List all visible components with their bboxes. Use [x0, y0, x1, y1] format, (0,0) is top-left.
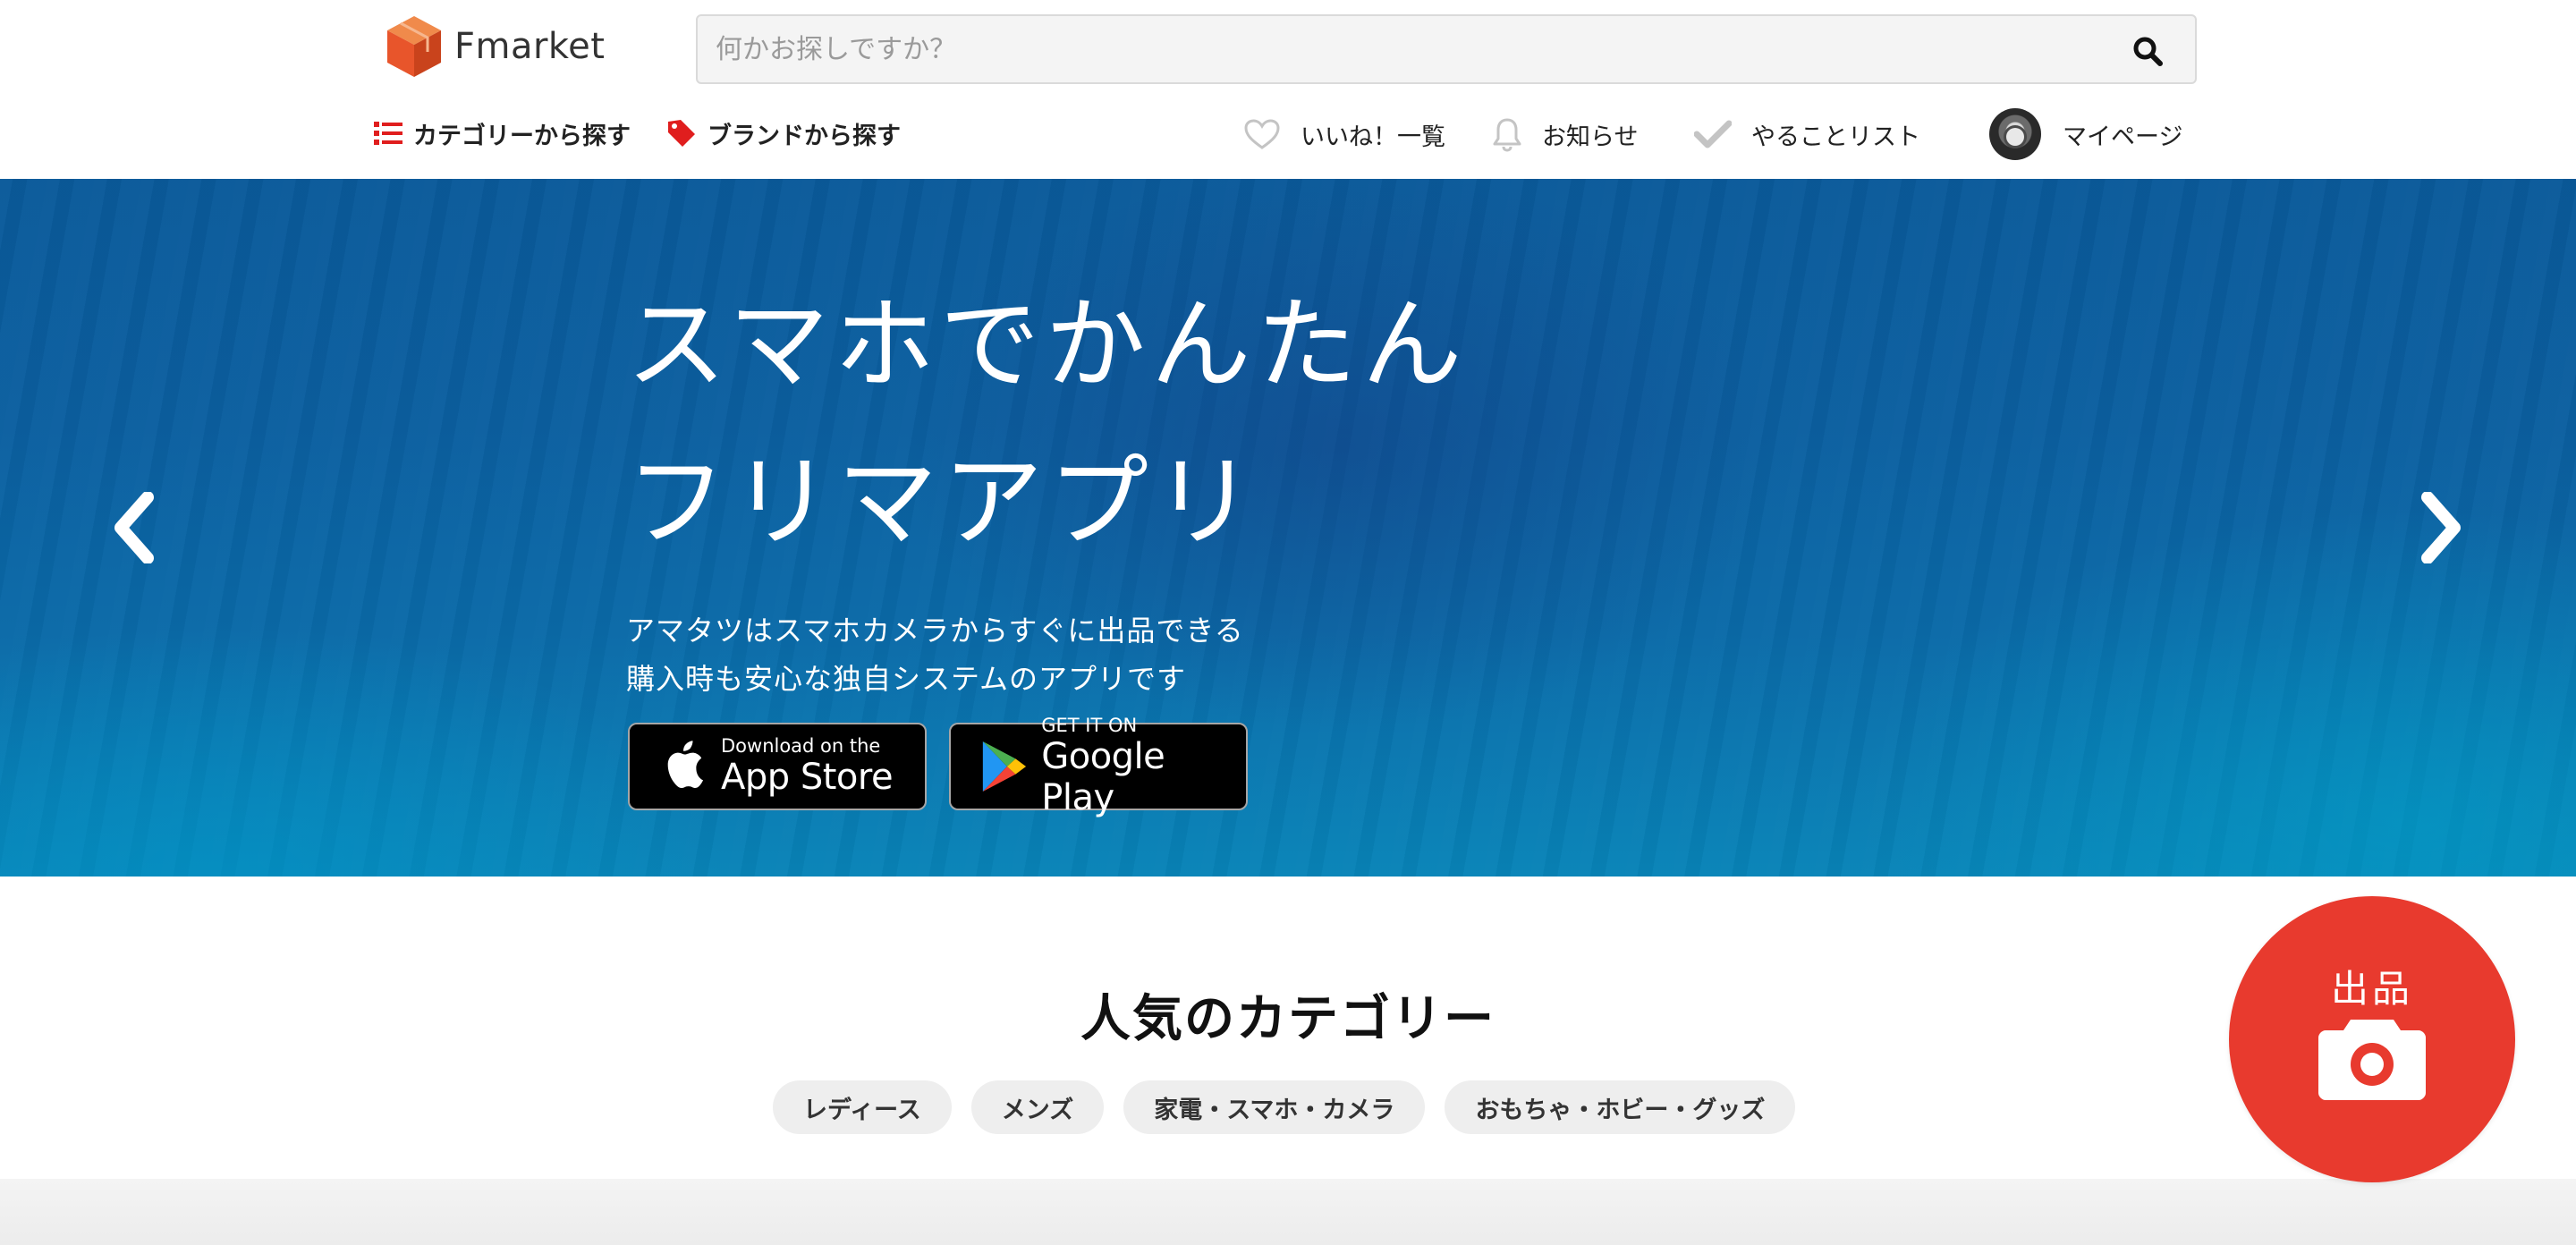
avatar: [1989, 108, 2041, 160]
logo-box-icon: [387, 16, 441, 77]
google-play-text: GET IT ON Google Play: [1041, 715, 1246, 818]
nav-likes[interactable]: いいね！一覧: [1243, 117, 1492, 152]
search-bar: [696, 14, 2197, 84]
nav-mypage[interactable]: マイページ: [1989, 108, 2182, 160]
app-store-button[interactable]: Download on the App Store: [628, 723, 927, 810]
nav-likes-label: いいね！一覧: [1301, 123, 1445, 151]
sell-button[interactable]: 出品: [2229, 896, 2515, 1182]
hero-title-line1: スマホでかんたん: [626, 287, 1468, 403]
logo[interactable]: Fmarket: [385, 13, 605, 80]
apple-icon: [655, 741, 710, 792]
nav-right: いいね！一覧 お知らせ やることリスト マイページ: [1243, 108, 2182, 160]
google-play-button[interactable]: GET IT ON Google Play: [949, 715, 1248, 818]
category-chip-list: レディース メンズ 家電・スマホ・カメラ おもちゃ・ホビー・グッズ: [773, 1080, 1815, 1134]
site-header: Fmarket カテゴリーから探す: [0, 0, 2576, 179]
nav-todo-label: やることリスト: [1751, 123, 1920, 151]
nav-notifications-label: お知らせ: [1542, 123, 1639, 151]
nav-left: カテゴリーから探す ブランドから探す: [374, 113, 901, 154]
app-store-small: Download on the: [721, 735, 881, 757]
bell-icon: [1492, 116, 1522, 152]
nav-notifications[interactable]: お知らせ: [1492, 116, 1687, 152]
category-chip[interactable]: レディース: [773, 1080, 952, 1134]
search-icon[interactable]: [2132, 36, 2163, 66]
nav-brand-search[interactable]: ブランドから探す: [666, 116, 901, 151]
hero-subtitle-line1: アマタツはスマホカメラからすぐに出品できる: [626, 614, 1244, 648]
carousel-next-button[interactable]: [2410, 483, 2472, 572]
tag-icon: [666, 118, 697, 148]
nav-brand-label: ブランドから探す: [708, 122, 901, 150]
logo-text: Fmarket: [454, 26, 606, 67]
camera-icon: [2318, 1020, 2426, 1100]
chevron-left-icon: [114, 492, 154, 563]
google-play-small: GET IT ON: [1041, 715, 1138, 736]
nav-todo-list[interactable]: やることリスト: [1694, 117, 1971, 152]
nav-category-search[interactable]: カテゴリーから探す: [374, 116, 631, 151]
content-band: [0, 1179, 2576, 1245]
category-chip[interactable]: 家電・スマホ・カメラ: [1123, 1080, 1426, 1134]
carousel-prev-button[interactable]: [103, 483, 165, 572]
check-icon: [1694, 119, 1732, 149]
app-store-big: App Store: [721, 757, 894, 798]
search-input[interactable]: [698, 16, 2093, 82]
chevron-right-icon: [2421, 492, 2461, 563]
nav-category-label: カテゴリーから探す: [413, 122, 631, 150]
hero-subtitle: アマタツはスマホカメラからすぐに出品できる 購入時も安心な独自システムのアプリで…: [626, 606, 1244, 703]
nav-mypage-label: マイページ: [2063, 123, 2183, 151]
google-play-big: Google Play: [1041, 736, 1165, 818]
hero-banner: スマホでかんたん フリマアプリ アマタツはスマホカメラからすぐに出品できる 購入…: [0, 179, 2576, 877]
hero-title: スマホでかんたん フリマアプリ: [626, 267, 1468, 581]
heart-icon: [1243, 118, 1281, 150]
app-store-text: Download on the App Store: [721, 735, 894, 798]
sell-button-label: 出品: [2330, 967, 2413, 1011]
category-chip[interactable]: メンズ: [970, 1080, 1105, 1134]
category-chip[interactable]: おもちゃ・ホビー・グッズ: [1445, 1080, 1796, 1134]
hero-subtitle-line2: 購入時も安心な独自システムのアプリです: [626, 662, 1187, 696]
google-play-icon: [976, 740, 1030, 793]
popular-categories-title: 人気のカテゴリー: [1080, 990, 1496, 1048]
list-icon: [374, 121, 402, 146]
hero-title-line2: フリマアプリ: [626, 445, 1259, 561]
